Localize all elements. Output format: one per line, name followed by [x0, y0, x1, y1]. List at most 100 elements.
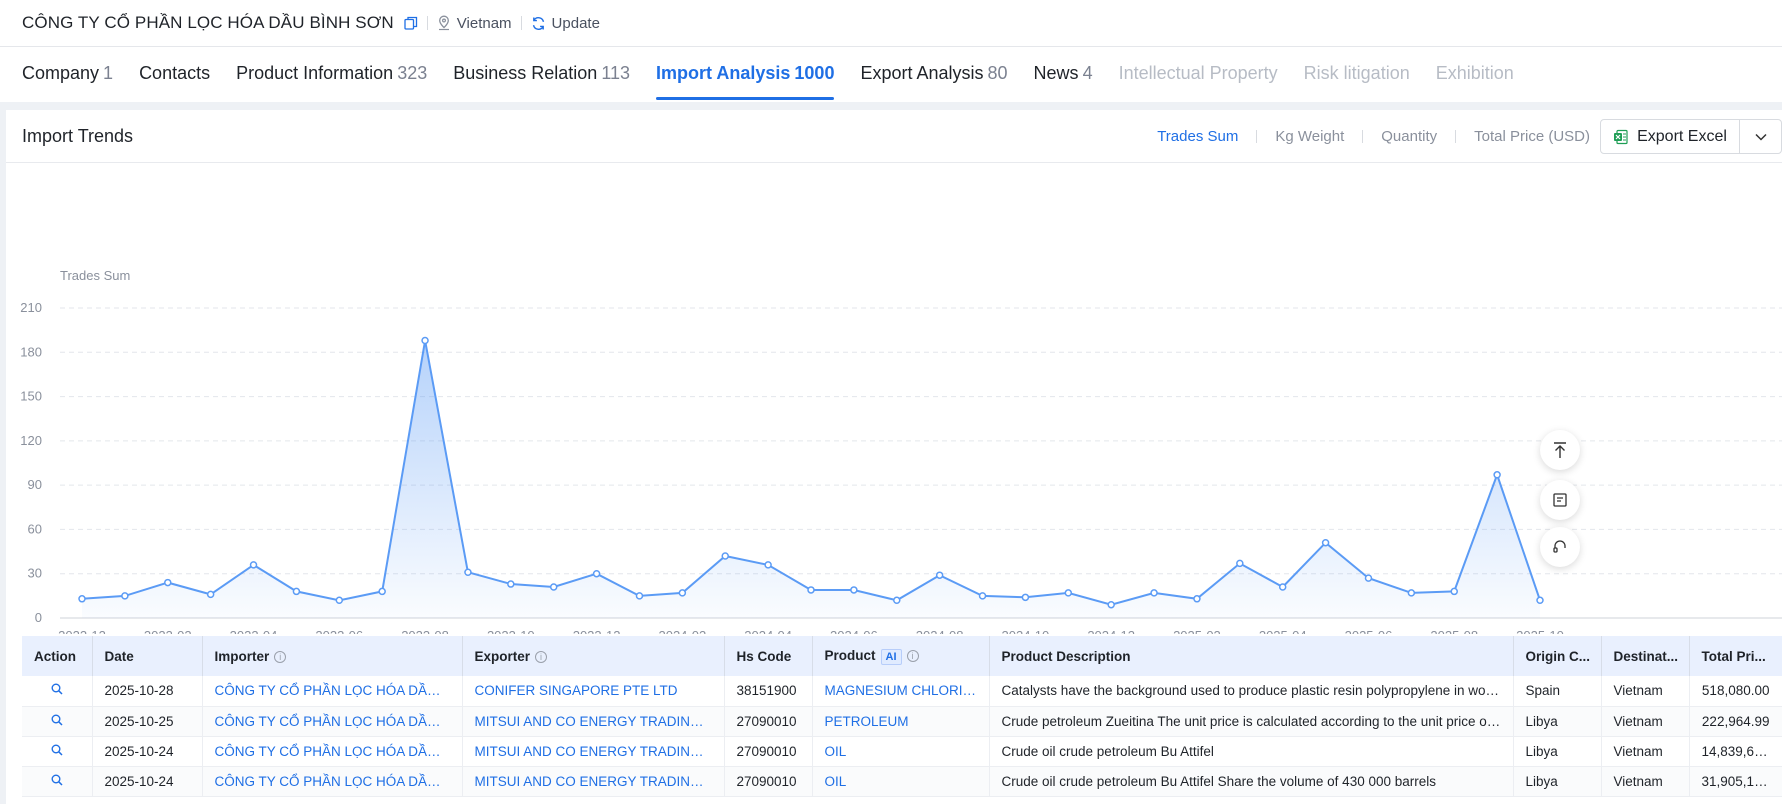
data-point — [893, 596, 901, 605]
cell-description: Crude petroleum Zueitina The unit price … — [989, 706, 1514, 737]
scroll-top-button[interactable] — [1540, 430, 1580, 470]
col-origin-country[interactable]: Origin C... — [1513, 636, 1602, 676]
support-button[interactable] — [1540, 527, 1580, 567]
data-point — [1193, 595, 1201, 603]
col-total-price[interactable]: Total Pri... — [1689, 636, 1782, 676]
tab-product-information[interactable]: Product Information 323 — [236, 47, 427, 102]
view-detail-button[interactable] — [22, 706, 93, 737]
col-destination[interactable]: Destinat... — [1601, 636, 1690, 676]
x-tick-label: 2024-02 — [658, 628, 706, 634]
cell-exporter-link[interactable]: CONIFER SINGAPORE PTE LTD — [462, 676, 725, 707]
y-tick-label: 30 — [28, 566, 42, 581]
cell-product-link[interactable]: OIL — [812, 766, 990, 797]
col-date[interactable]: Date — [92, 636, 203, 676]
tab-news[interactable]: News 4 — [1034, 47, 1093, 102]
x-tick-label: 2022-12 — [58, 628, 106, 634]
search-icon — [51, 714, 63, 726]
y-tick-label: 60 — [28, 521, 42, 536]
cell-product-link[interactable]: OIL — [812, 736, 990, 767]
cell-description: Catalysts have the background used to pr… — [989, 676, 1514, 707]
table-row: 2025-10-28 CÔNG TY CỔ PHẦN LỌC HÓA DẦU BÌ… — [22, 676, 1782, 707]
cell-product-link[interactable]: PETROLEUM — [812, 706, 990, 737]
data-point — [850, 586, 858, 594]
data-point — [335, 596, 344, 605]
x-tick-label: 2023-12 — [573, 628, 621, 634]
country-label: Vietnam — [456, 14, 512, 32]
cell-importer-link[interactable]: CÔNG TY CỔ PHẦN LỌC HÓA DẦU BÌNH SƠN — [202, 736, 463, 767]
x-tick-label: 2025-06 — [1345, 628, 1393, 634]
view-detail-button[interactable] — [22, 736, 93, 767]
divider — [1256, 130, 1258, 143]
cell-importer-link[interactable]: CÔNG TY CỔ PHẦN LỌC HÓA DẦU BÌNH SƠN — [202, 766, 463, 797]
divider — [1455, 130, 1457, 143]
tab-business-relation[interactable]: Business Relation 113 — [453, 47, 630, 102]
y-tick-label: 120 — [20, 433, 42, 448]
update-button[interactable]: Update — [531, 15, 600, 32]
y-axis-title: Trades Sum — [60, 268, 130, 283]
tab-import-analysis[interactable]: Import Analysis 1000 — [656, 47, 835, 102]
tab-exhibition[interactable]: Exhibition — [1436, 47, 1514, 102]
cell-hs-code: 27090010 — [724, 706, 813, 737]
metric-trades-sum[interactable]: Trades Sum — [1157, 128, 1238, 145]
cell-origin: Libya — [1513, 766, 1602, 797]
excel-icon — [1614, 129, 1628, 144]
cell-exporter-link[interactable]: MITSUI AND CO ENERGY TRADING SINGAPORE — [462, 736, 725, 767]
cell-hs-code: 38151900 — [724, 676, 813, 707]
data-point — [635, 592, 644, 600]
col-exporter[interactable]: Exporter i — [462, 636, 725, 676]
tab-risk-litigation[interactable]: Risk litigation — [1304, 47, 1410, 102]
metric-kg-weight[interactable]: Kg Weight — [1275, 128, 1344, 145]
export-dropdown-button[interactable] — [1739, 119, 1782, 154]
info-icon[interactable]: i — [906, 649, 919, 662]
cell-importer-link[interactable]: CÔNG TY CỔ PHẦN LỌC HÓA DẦU BÌNH SƠN — [202, 706, 463, 737]
x-tick-label: 2024-06 — [830, 628, 878, 634]
view-detail-button[interactable] — [22, 766, 93, 797]
feedback-button[interactable] — [1540, 480, 1580, 520]
cell-destination: Vietnam — [1601, 676, 1690, 707]
search-icon — [51, 683, 63, 695]
cell-destination: Vietnam — [1601, 766, 1690, 797]
data-point — [764, 561, 772, 569]
cell-exporter-link[interactable]: MITSUI AND CO ENERGY TRADING SINGAPORE — [462, 706, 725, 737]
company-header: CÔNG TY CỔ PHẦN LỌC HÓA DẦU BÌNH SƠN Vie… — [0, 0, 1782, 47]
cell-destination: Vietnam — [1601, 736, 1690, 767]
col-product[interactable]: Product AI i — [812, 636, 990, 676]
data-point — [592, 569, 601, 578]
cell-exporter-link[interactable]: MITSUI AND CO ENERGY TRADING SINGAPORE — [462, 766, 725, 797]
data-point — [978, 592, 987, 600]
divider — [1362, 130, 1364, 143]
cell-date: 2025-10-24 — [92, 766, 203, 797]
metric-quantity[interactable]: Quantity — [1381, 128, 1437, 145]
cell-hs-code: 27090010 — [724, 766, 813, 797]
y-tick-label: 150 — [20, 389, 42, 404]
location-icon — [438, 15, 449, 31]
cell-description: Crude oil crude petroleum Bu Attifel — [989, 736, 1514, 767]
col-importer[interactable]: Importer i — [202, 636, 463, 676]
data-point — [1236, 559, 1244, 568]
cell-date: 2025-10-24 — [92, 736, 203, 767]
copy-icon[interactable] — [404, 16, 418, 30]
tab-company[interactable]: Company 1 — [22, 47, 113, 102]
divider — [520, 16, 522, 30]
metric-total-price[interactable]: Total Price (USD) — [1474, 128, 1590, 145]
view-detail-button[interactable] — [22, 676, 93, 707]
cell-product-link[interactable]: MAGNESIUM CHLORIDE — [812, 676, 990, 707]
col-hs-code[interactable]: Hs Code — [724, 636, 813, 676]
x-tick-label: 2023-04 — [230, 628, 278, 634]
x-tick-label: 2025-04 — [1259, 628, 1307, 634]
refresh-icon — [532, 16, 544, 30]
x-tick-label: 2023-02 — [144, 628, 192, 634]
tab-contacts[interactable]: Contacts — [139, 47, 210, 102]
y-tick-label: 210 — [20, 300, 42, 315]
x-tick-label: 2024-08 — [916, 628, 964, 634]
export-excel-button[interactable]: Export Excel — [1600, 119, 1740, 154]
info-icon[interactable]: i — [274, 650, 287, 663]
tab-export-analysis[interactable]: Export Analysis 80 — [860, 47, 1007, 102]
cell-origin: Spain — [1513, 676, 1602, 707]
cell-importer-link[interactable]: CÔNG TY CỔ PHẦN LỌC HÓA DẦU BÌNH SƠN — [202, 676, 463, 707]
table-header-row: Action Date Importer i Exporter i Hs Code … — [22, 636, 1782, 676]
data-point — [1107, 600, 1115, 609]
x-tick-label: 2025-02 — [1173, 628, 1221, 634]
tab-intellectual-property[interactable]: Intellectual Property — [1119, 47, 1278, 102]
info-icon[interactable]: i — [535, 650, 548, 663]
